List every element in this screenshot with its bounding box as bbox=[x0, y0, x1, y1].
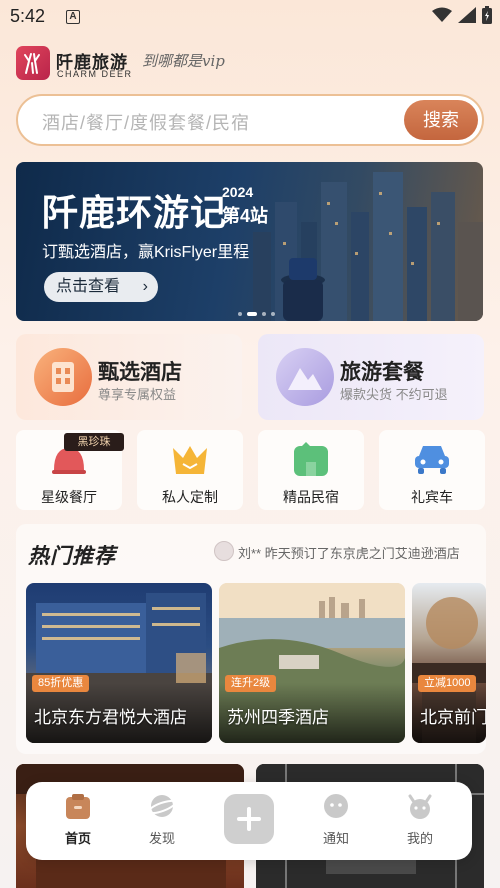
hot-section-title: 热门推荐 bbox=[28, 545, 116, 568]
search-input[interactable]: 酒店/餐厅/度假套餐/民宿 bbox=[42, 109, 250, 135]
mountain-icon bbox=[276, 348, 334, 406]
service-label: 礼宾车 bbox=[411, 489, 453, 505]
black-pearl-badge: 黑珍珠 bbox=[64, 433, 124, 451]
bottom-tab-bar: 首页 发现 通知 我的 bbox=[26, 782, 472, 860]
service-homestay[interactable]: 精品民宿 bbox=[258, 430, 364, 510]
pagination-dot bbox=[262, 312, 266, 316]
tab-label: 发现 bbox=[148, 831, 175, 846]
status-icons bbox=[432, 6, 492, 24]
service-label: 精品民宿 bbox=[283, 489, 339, 505]
service-car[interactable]: 礼宾车 bbox=[379, 430, 485, 510]
avatar bbox=[214, 541, 234, 561]
banner-cta-label: 点击查看 bbox=[56, 278, 121, 295]
app-logo bbox=[16, 46, 50, 80]
hotel-name: 北京前门 bbox=[420, 708, 486, 727]
banner-cta-button[interactable]: 点击查看 › bbox=[44, 272, 158, 302]
deer-antler-icon bbox=[24, 53, 40, 74]
crown-icon bbox=[173, 446, 207, 474]
tab-label: 通知 bbox=[322, 831, 349, 846]
feature-subtitle: 尊享专属权益 bbox=[98, 387, 177, 402]
battery-icon bbox=[482, 6, 492, 24]
house-icon bbox=[294, 442, 328, 476]
notification-a-icon: A bbox=[66, 10, 80, 24]
hotel-card[interactable]: 立减1000 北京前门 bbox=[412, 583, 486, 743]
search-bar[interactable]: 酒店/餐厅/度假套餐/民宿 搜索 bbox=[16, 94, 484, 146]
pagination-dot bbox=[271, 312, 275, 316]
banner-title: 阡鹿环游记 bbox=[42, 192, 228, 233]
hotel-name: 苏州四季酒店 bbox=[227, 708, 329, 727]
chevron-right-icon: › bbox=[142, 278, 148, 295]
tab-label: 我的 bbox=[406, 831, 433, 846]
feature-title: 旅游套餐 bbox=[340, 361, 424, 384]
feature-subtitle: 爆款尖货 不约可退 bbox=[340, 387, 448, 402]
hotel-name: 北京东方君悦大酒店 bbox=[34, 708, 187, 727]
status-bar: 5:42 A bbox=[0, 0, 500, 34]
promo-banner[interactable]: 阡鹿环游记 2024 第4站 订甄选酒店，赢KrisFlyer里程 点击查看 › bbox=[16, 162, 483, 321]
discount-tag: 立减1000 bbox=[418, 675, 477, 692]
cellular-signal-icon bbox=[458, 7, 476, 23]
pagination-dot bbox=[238, 312, 242, 316]
hotel-card[interactable]: 85折优惠 北京东方君悦大酒店 bbox=[26, 583, 212, 743]
wifi-icon bbox=[432, 7, 452, 22]
service-label: 星级餐厅 bbox=[41, 489, 97, 505]
pagination-dot-active bbox=[247, 312, 257, 316]
tab-label: 首页 bbox=[64, 831, 91, 846]
brand-name-en: CHARM DEER bbox=[57, 69, 133, 79]
service-label: 私人定制 bbox=[162, 489, 218, 505]
discount-tag: 85折优惠 bbox=[32, 675, 90, 692]
tab-discover[interactable]: 发现 bbox=[122, 782, 202, 860]
service-custom[interactable]: 私人定制 bbox=[137, 430, 243, 510]
brand-slogan: 到哪都是vip bbox=[142, 52, 225, 70]
tab-home[interactable]: 首页 bbox=[38, 782, 118, 860]
chat-icon bbox=[324, 794, 348, 818]
search-button[interactable]: 搜索 bbox=[404, 100, 478, 140]
banner-pagination bbox=[238, 312, 275, 316]
home-icon bbox=[66, 794, 90, 819]
tab-profile[interactable]: 我的 bbox=[380, 782, 460, 860]
hotel-card[interactable]: 连升2级 苏州四季酒店 bbox=[219, 583, 405, 743]
city-skyline-image bbox=[253, 172, 483, 321]
status-time: 5:42 bbox=[10, 6, 46, 26]
car-icon bbox=[415, 446, 449, 474]
booking-ticker: 刘** 昨天预订了东京虎之门艾迪逊酒店 bbox=[238, 546, 460, 561]
feature-card-hotel[interactable]: 甄选酒店 尊享专属权益 bbox=[16, 334, 242, 420]
tab-notifications[interactable]: 通知 bbox=[296, 782, 376, 860]
feature-title: 甄选酒店 bbox=[98, 361, 182, 384]
banner-station: 第4站 bbox=[222, 206, 269, 226]
banner-subtitle: 订甄选酒店，赢KrisFlyer里程 bbox=[42, 244, 250, 261]
add-button[interactable] bbox=[224, 794, 274, 844]
plus-icon bbox=[237, 807, 261, 831]
banner-year: 2024 bbox=[222, 184, 254, 200]
upgrade-tag: 连升2级 bbox=[225, 675, 277, 692]
planet-icon bbox=[148, 795, 176, 817]
feature-card-tour[interactable]: 旅游套餐 爆款尖货 不约可退 bbox=[258, 334, 484, 420]
hotel-building-icon bbox=[34, 348, 92, 406]
deer-face-icon bbox=[408, 794, 432, 819]
